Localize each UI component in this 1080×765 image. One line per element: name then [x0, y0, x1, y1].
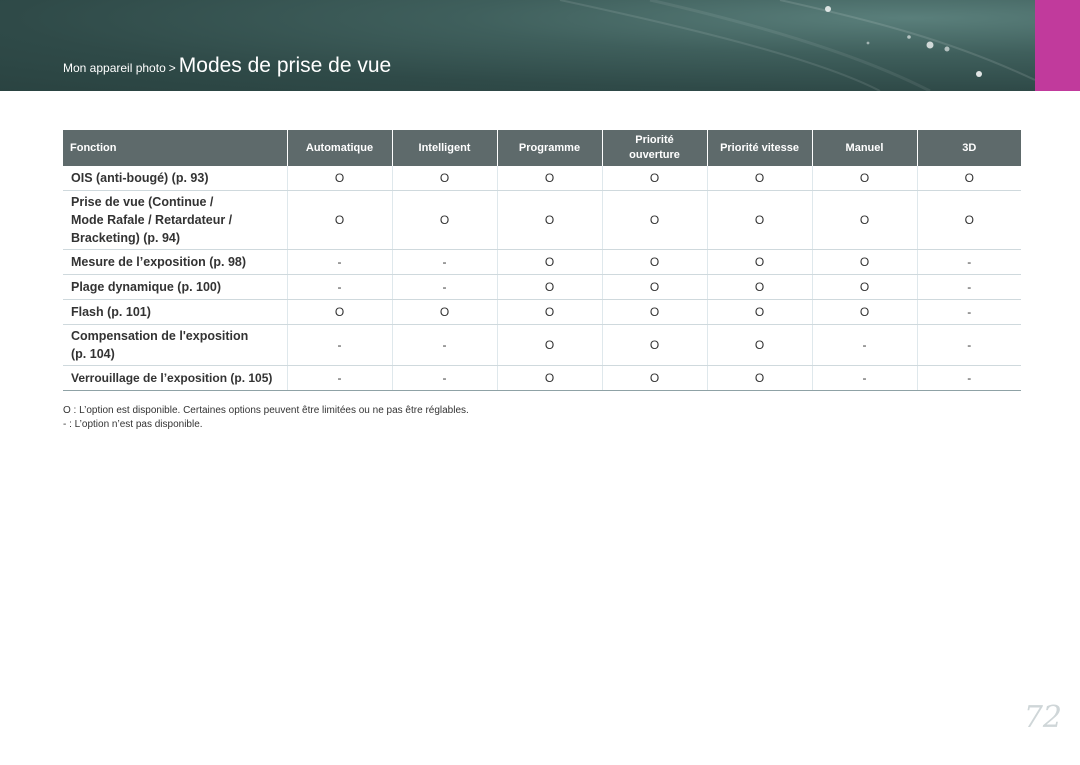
- value-cell: O: [601, 249, 707, 275]
- value-cell: O: [811, 299, 917, 325]
- value-cell: O: [706, 249, 812, 275]
- column-header: Manuel: [811, 130, 917, 166]
- column-header: Priorité ouverture: [601, 130, 707, 166]
- value-cell: O: [496, 299, 602, 325]
- value-cell: O: [601, 274, 707, 300]
- table-row: Plage dynamique (p. 100) - - O O O O -: [63, 274, 1021, 300]
- column-header: Programme: [496, 130, 602, 166]
- value-cell: O: [601, 365, 707, 391]
- value-cell: -: [286, 249, 392, 275]
- value-cell: -: [286, 274, 392, 300]
- function-cell: OIS (anti-bougé) (p. 93): [63, 166, 287, 191]
- page-title: Modes de prise de vue: [178, 54, 392, 77]
- function-cell: Compensation de l'exposition (p. 104): [63, 324, 287, 366]
- value-cell: -: [916, 274, 1021, 300]
- value-cell: -: [811, 365, 917, 391]
- value-cell: O: [916, 190, 1021, 250]
- value-cell: -: [391, 324, 497, 366]
- value-cell: O: [811, 274, 917, 300]
- value-cell: O: [601, 299, 707, 325]
- table-row: Compensation de l'exposition (p. 104) - …: [63, 324, 1021, 366]
- column-header: Fonction: [63, 130, 287, 166]
- value-cell: O: [496, 166, 602, 191]
- legend-notes: O : L’option est disponible. Certaines o…: [63, 404, 469, 432]
- table-row: Verrouillage de l’exposition (p. 105) - …: [63, 365, 1021, 391]
- function-cell: Mesure de l’exposition (p. 98): [63, 249, 287, 275]
- value-cell: O: [916, 166, 1021, 191]
- value-cell: -: [916, 324, 1021, 366]
- value-cell: -: [286, 365, 392, 391]
- shooting-modes-table: Fonction Automatique Intelligent Program…: [63, 130, 1021, 391]
- value-cell: O: [706, 190, 812, 250]
- value-cell: O: [391, 190, 497, 250]
- value-cell: O: [811, 190, 917, 250]
- value-cell: -: [391, 274, 497, 300]
- table-header-row: Fonction Automatique Intelligent Program…: [63, 130, 1021, 166]
- column-header: Priorité vitesse: [706, 130, 812, 166]
- table-row: Mesure de l’exposition (p. 98) - - O O O…: [63, 249, 1021, 275]
- value-cell: O: [496, 190, 602, 250]
- legend-available: O : L’option est disponible. Certaines o…: [63, 405, 469, 416]
- column-header: Automatique: [286, 130, 392, 166]
- value-cell: -: [916, 365, 1021, 391]
- value-cell: O: [286, 166, 392, 191]
- breadcrumb-parent[interactable]: Mon appareil photo: [63, 61, 166, 75]
- value-cell: O: [706, 299, 812, 325]
- table-row: Prise de vue (Continue / Mode Rafale / R…: [63, 190, 1021, 250]
- function-cell: Verrouillage de l’exposition (p. 105): [63, 365, 287, 391]
- value-cell: -: [811, 324, 917, 366]
- section-accent-tab: [1035, 0, 1080, 91]
- header-banner: Mon appareil photo > Modes de prise de vue: [0, 0, 1035, 91]
- value-cell: O: [706, 166, 812, 191]
- value-cell: O: [601, 324, 707, 366]
- value-cell: O: [811, 249, 917, 275]
- value-cell: O: [496, 324, 602, 366]
- legend-unavailable: - : L’option n’est pas disponible.: [63, 419, 203, 430]
- table-row: Flash (p. 101) O O O O O O -: [63, 299, 1021, 325]
- value-cell: -: [391, 365, 497, 391]
- value-cell: -: [916, 299, 1021, 325]
- value-cell: O: [706, 274, 812, 300]
- value-cell: -: [391, 249, 497, 275]
- value-cell: O: [601, 166, 707, 191]
- value-cell: O: [496, 274, 602, 300]
- value-cell: O: [706, 324, 812, 366]
- value-cell: O: [496, 249, 602, 275]
- value-cell: O: [286, 299, 392, 325]
- value-cell: O: [601, 190, 707, 250]
- table-row: OIS (anti-bougé) (p. 93) O O O O O O O: [63, 166, 1021, 191]
- value-cell: O: [706, 365, 812, 391]
- value-cell: O: [496, 365, 602, 391]
- function-cell: Prise de vue (Continue / Mode Rafale / R…: [63, 190, 287, 250]
- value-cell: O: [811, 166, 917, 191]
- value-cell: O: [391, 166, 497, 191]
- column-header: 3D: [916, 130, 1021, 166]
- page-number: 72: [1023, 700, 1062, 735]
- function-cell: Plage dynamique (p. 100): [63, 274, 287, 300]
- breadcrumb: Mon appareil photo > Modes de prise de vue: [63, 54, 391, 78]
- value-cell: -: [916, 249, 1021, 275]
- breadcrumb-separator: >: [168, 61, 176, 75]
- value-cell: O: [391, 299, 497, 325]
- function-cell: Flash (p. 101): [63, 299, 287, 325]
- value-cell: -: [286, 324, 392, 366]
- value-cell: O: [286, 190, 392, 250]
- column-header: Intelligent: [391, 130, 497, 166]
